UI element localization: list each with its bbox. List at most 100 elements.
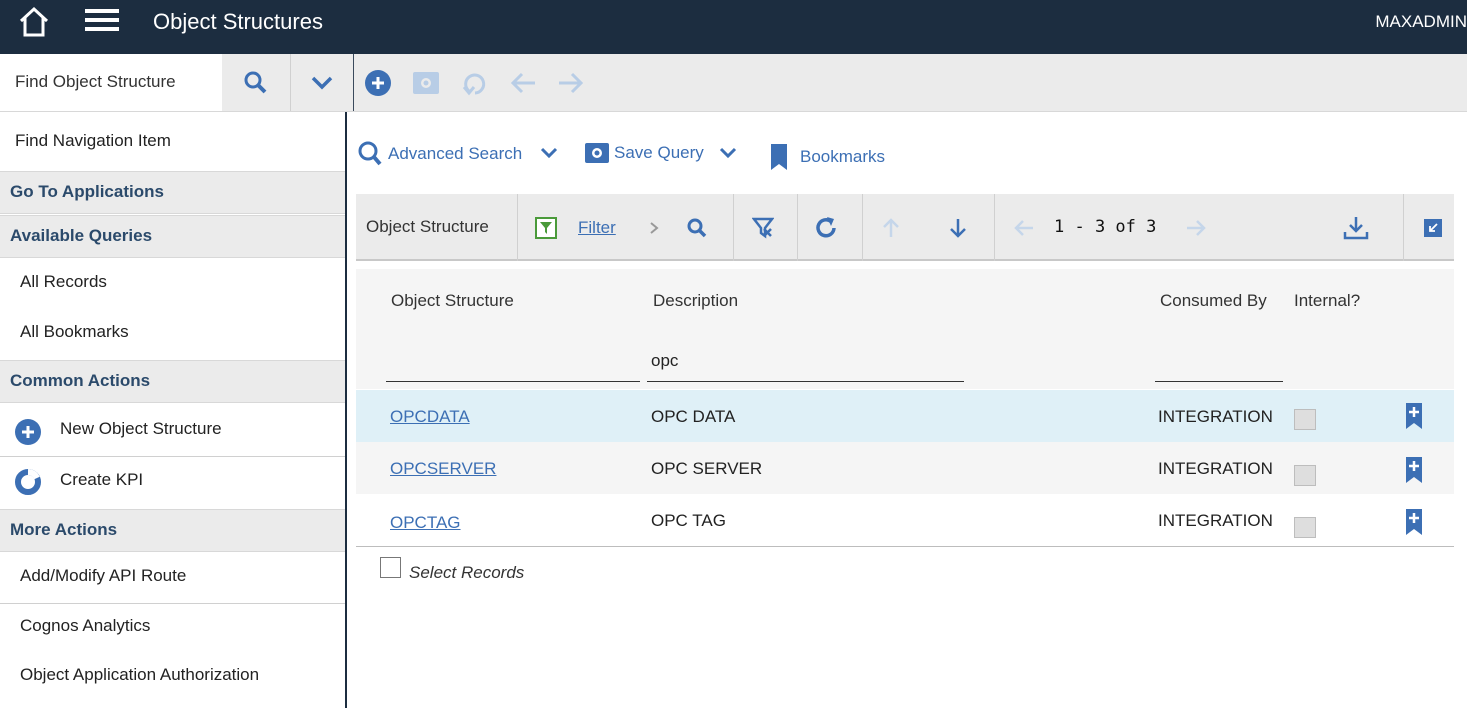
previous-button[interactable] xyxy=(507,54,539,111)
new-object-structure-label: New Object Structure xyxy=(60,419,222,438)
download-icon xyxy=(1343,216,1369,239)
row-description: OPC SERVER xyxy=(651,459,763,478)
advanced-search-label: Advanced Search xyxy=(388,144,523,163)
user-name[interactable]: MAXADMIN xyxy=(1375,12,1467,32)
advanced-search-dropdown[interactable] xyxy=(539,146,559,160)
next-page-button[interactable] xyxy=(1183,194,1209,261)
plus-circle-icon xyxy=(15,419,41,445)
row-consumed-by: INTEGRATION xyxy=(1158,459,1273,478)
save-button[interactable] xyxy=(410,54,442,111)
table-bottom-divider xyxy=(356,546,1454,547)
hamburger-menu-icon[interactable] xyxy=(85,6,119,36)
list-title: Object Structure xyxy=(366,217,489,236)
chevron-down-icon xyxy=(540,147,558,159)
table-row[interactable]: OPCTAG OPC TAG INTEGRATION xyxy=(356,494,1454,546)
pagination-text: 1 - 3 of 3 xyxy=(1054,217,1157,237)
download-button[interactable] xyxy=(1341,194,1371,261)
create-kpi-action[interactable]: Create KPI xyxy=(0,468,345,495)
clear-filter-button[interactable] xyxy=(749,194,777,261)
row-consumed-by: INTEGRATION xyxy=(1158,407,1273,426)
bookmark-icon xyxy=(771,144,787,170)
bookmark-add-icon[interactable] xyxy=(1405,456,1423,484)
arrow-up-icon xyxy=(883,217,899,237)
save-icon xyxy=(413,71,439,94)
filter-search-button[interactable] xyxy=(684,194,710,261)
plus-circle-icon xyxy=(365,69,391,96)
table-row[interactable]: OPCDATA OPC DATA INTEGRATION xyxy=(356,390,1454,442)
chevron-right-icon xyxy=(650,221,659,234)
minimize-table-button[interactable] xyxy=(1421,194,1445,261)
available-queries-header: Available Queries xyxy=(0,215,345,258)
new-record-button[interactable] xyxy=(362,54,394,111)
home-icon[interactable] xyxy=(17,5,51,39)
bookmarks-link[interactable]: Bookmarks xyxy=(770,143,885,171)
column-header-description[interactable]: Description xyxy=(653,291,738,311)
bookmark-add-icon[interactable] xyxy=(1405,508,1423,536)
clear-filter-icon xyxy=(752,217,774,238)
save-icon xyxy=(585,143,609,163)
filter-icon xyxy=(535,216,557,239)
add-modify-api-route-action[interactable]: Add/Modify API Route xyxy=(0,566,345,586)
bookmarks-label: Bookmarks xyxy=(800,147,886,166)
arrow-right-icon xyxy=(559,72,584,93)
row-object-structure-link[interactable]: OPCDATA xyxy=(390,407,470,427)
column-header-internal[interactable]: Internal? xyxy=(1294,291,1360,311)
query-all-records[interactable]: All Records xyxy=(0,272,345,292)
select-records-label[interactable]: Select Records xyxy=(409,563,524,583)
row-object-structure-link[interactable]: OPCTAG xyxy=(390,513,461,533)
sidebar: Find Navigation Item Go To Applications … xyxy=(0,112,345,708)
sort-down-button[interactable] xyxy=(945,194,971,261)
find-search-button[interactable] xyxy=(222,54,290,111)
row-internal-checkbox xyxy=(1294,409,1316,430)
refresh-icon xyxy=(816,216,836,237)
create-kpi-label: Create KPI xyxy=(60,470,144,489)
undo-icon xyxy=(462,73,486,95)
filter-link[interactable]: Filter xyxy=(578,218,616,238)
column-header-object-structure[interactable]: Object Structure xyxy=(391,291,514,311)
advanced-search-link[interactable]: Advanced Search xyxy=(358,140,522,168)
row-description: OPC DATA xyxy=(651,407,736,426)
minimize-icon xyxy=(1424,218,1442,237)
common-actions-header: Common Actions xyxy=(0,360,345,403)
column-header-consumed-by[interactable]: Consumed By xyxy=(1160,291,1267,311)
app-header: Object Structures MAXADMIN xyxy=(0,0,1467,54)
previous-page-button[interactable] xyxy=(1011,194,1037,261)
table-row[interactable]: OPCSERVER OPC SERVER INTEGRATION xyxy=(356,442,1454,494)
main-toolbar: Find Object Structure xyxy=(0,54,1467,112)
find-navigation-item[interactable]: Find Navigation Item xyxy=(0,131,345,151)
bookmark-add-icon[interactable] xyxy=(1405,402,1423,430)
undo-button[interactable] xyxy=(459,54,491,111)
save-query-label: Save Query xyxy=(614,143,704,162)
filter-expand-chevron[interactable] xyxy=(646,194,662,261)
filter-description-input[interactable] xyxy=(647,381,964,382)
chevron-down-icon xyxy=(311,76,333,89)
row-object-structure-link[interactable]: OPCSERVER xyxy=(390,459,496,479)
cognos-analytics-action[interactable]: Cognos Analytics xyxy=(0,616,345,636)
row-consumed-by: INTEGRATION xyxy=(1158,511,1273,530)
search-icon xyxy=(358,141,382,166)
search-icon xyxy=(687,218,707,237)
object-application-authorization-action[interactable]: Object Application Authorization xyxy=(0,665,345,685)
find-object-structure-input[interactable]: Find Object Structure xyxy=(0,54,222,111)
more-actions-header: More Actions xyxy=(0,509,345,552)
filter-consumed-by-input[interactable] xyxy=(1155,381,1283,382)
filter-toggle-button[interactable] xyxy=(534,194,558,261)
search-icon xyxy=(244,71,267,93)
save-query-dropdown[interactable] xyxy=(718,146,738,160)
list-toolbar: Object Structure Filter 1 - 3 of 3 xyxy=(356,194,1454,261)
sidebar-divider xyxy=(345,112,347,708)
new-object-structure-action[interactable]: New Object Structure xyxy=(0,417,345,445)
filter-description-value[interactable]: opc xyxy=(651,351,678,371)
arrow-down-icon xyxy=(950,218,966,238)
select-records-checkbox[interactable] xyxy=(380,557,401,578)
sort-up-button[interactable] xyxy=(878,194,904,261)
refresh-button[interactable] xyxy=(811,194,841,261)
go-to-applications-header[interactable]: Go To Applications xyxy=(0,171,345,214)
query-all-bookmarks[interactable]: All Bookmarks xyxy=(0,322,345,342)
filter-object-structure-input[interactable] xyxy=(386,381,640,382)
row-internal-checkbox xyxy=(1294,517,1316,538)
save-query-link[interactable]: Save Query xyxy=(585,140,704,166)
find-options-dropdown[interactable] xyxy=(291,54,353,111)
next-button[interactable] xyxy=(555,54,587,111)
arrow-left-icon xyxy=(1014,219,1033,236)
